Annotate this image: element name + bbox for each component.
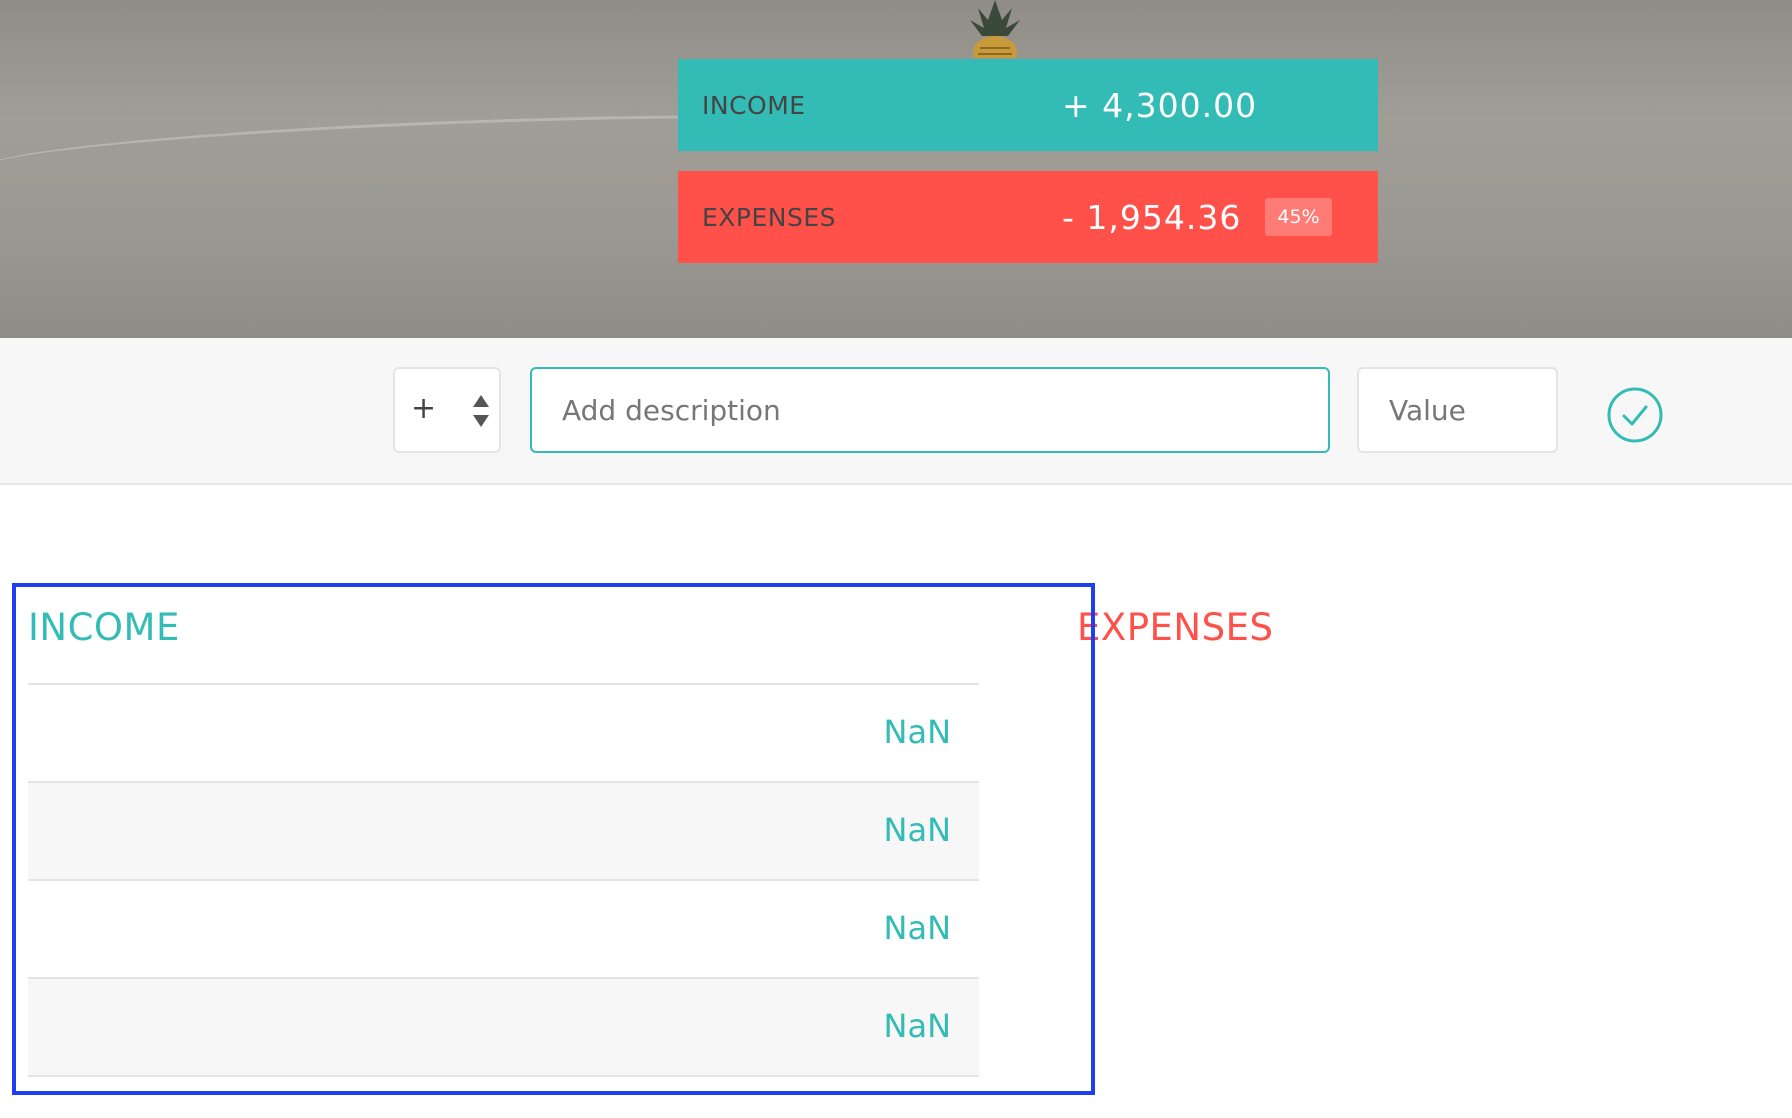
expenses-summary: EXPENSES - 1,954.36 45%	[678, 171, 1378, 263]
type-select[interactable]: +	[393, 367, 501, 453]
income-item-value: NaN	[883, 909, 951, 947]
income-summary: INCOME + 4,300.00	[678, 59, 1378, 151]
type-select-value: +	[411, 391, 437, 426]
income-list-title: INCOME	[28, 606, 180, 649]
up-down-arrows-icon	[473, 395, 489, 427]
header-background	[0, 0, 1792, 338]
expenses-summary-value: - 1,954.36	[1062, 197, 1242, 237]
income-list-item[interactable]: NaN	[28, 881, 979, 979]
add-item-bar: +	[0, 338, 1792, 485]
expenses-list-title: EXPENSES	[1077, 606, 1274, 649]
pineapple-image	[970, 0, 1020, 58]
income-list-item[interactable]: NaN	[28, 783, 979, 881]
check-circle-icon	[1607, 387, 1663, 443]
income-item-value: NaN	[883, 811, 951, 849]
income-list-item[interactable]: NaN	[28, 685, 979, 783]
value-input[interactable]	[1357, 367, 1558, 453]
income-list: NaN NaN NaN NaN	[28, 683, 979, 1077]
income-list-item[interactable]: NaN	[28, 979, 979, 1077]
add-item-button[interactable]	[1606, 386, 1664, 444]
income-item-value: NaN	[883, 1007, 951, 1045]
income-summary-label: INCOME	[702, 90, 806, 120]
income-summary-value: + 4,300.00	[1062, 85, 1258, 125]
description-input[interactable]	[530, 367, 1330, 453]
income-item-value: NaN	[883, 713, 951, 751]
expenses-summary-label: EXPENSES	[702, 202, 837, 232]
expenses-percentage-badge: 45%	[1265, 198, 1332, 236]
